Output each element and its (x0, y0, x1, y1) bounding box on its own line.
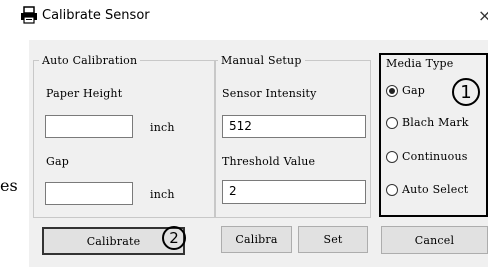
dialog-body: Auto Calibration Paper Height inch Gap i… (29, 40, 488, 267)
paper-height-label: Paper Height (46, 87, 123, 100)
gap-unit: inch (150, 188, 175, 201)
radio-continuous-label: Continuous (402, 150, 468, 163)
radio-black-mark-label: Blach Mark (402, 116, 469, 129)
callout-marker-2: 2 (162, 226, 186, 250)
cancel-button-label: Cancel (414, 233, 455, 247)
window-title: Calibrate Sensor (42, 8, 150, 23)
radio-auto-select-label: Auto Select (402, 183, 469, 196)
cancel-button[interactable]: Cancel (381, 226, 488, 254)
edge-text: es (0, 176, 18, 195)
paper-height-input[interactable] (45, 115, 133, 138)
media-type-legend: Media Type (386, 57, 454, 70)
threshold-input[interactable]: 2 (222, 180, 366, 204)
threshold-label: Threshold Value (222, 155, 316, 168)
close-icon[interactable]: × (478, 6, 488, 25)
paper-height-unit: inch (150, 121, 175, 134)
calibra-button-label: Calibra (235, 233, 278, 246)
auto-calibration-legend: Auto Calibration (39, 54, 141, 67)
radio-auto-select[interactable] (386, 184, 398, 196)
manual-setup-legend: Manual Setup (218, 54, 305, 67)
radio-gap[interactable] (386, 85, 398, 97)
radio-black-mark[interactable] (386, 117, 398, 129)
gap-input[interactable] (45, 182, 133, 205)
radio-continuous[interactable] (386, 151, 398, 163)
sensor-intensity-label: Sensor Intensity (222, 87, 317, 100)
calibrate-button-label: Calibrate (86, 234, 141, 248)
gap-label: Gap (46, 155, 69, 168)
set-button[interactable]: Set (298, 226, 368, 253)
callout-marker-1: 1 (452, 78, 480, 106)
radio-gap-label: Gap (402, 84, 425, 97)
sensor-intensity-input[interactable]: 512 (222, 115, 366, 138)
set-button-label: Set (323, 233, 343, 246)
calibra-button[interactable]: Calibra (221, 226, 292, 253)
printer-icon (21, 6, 37, 24)
